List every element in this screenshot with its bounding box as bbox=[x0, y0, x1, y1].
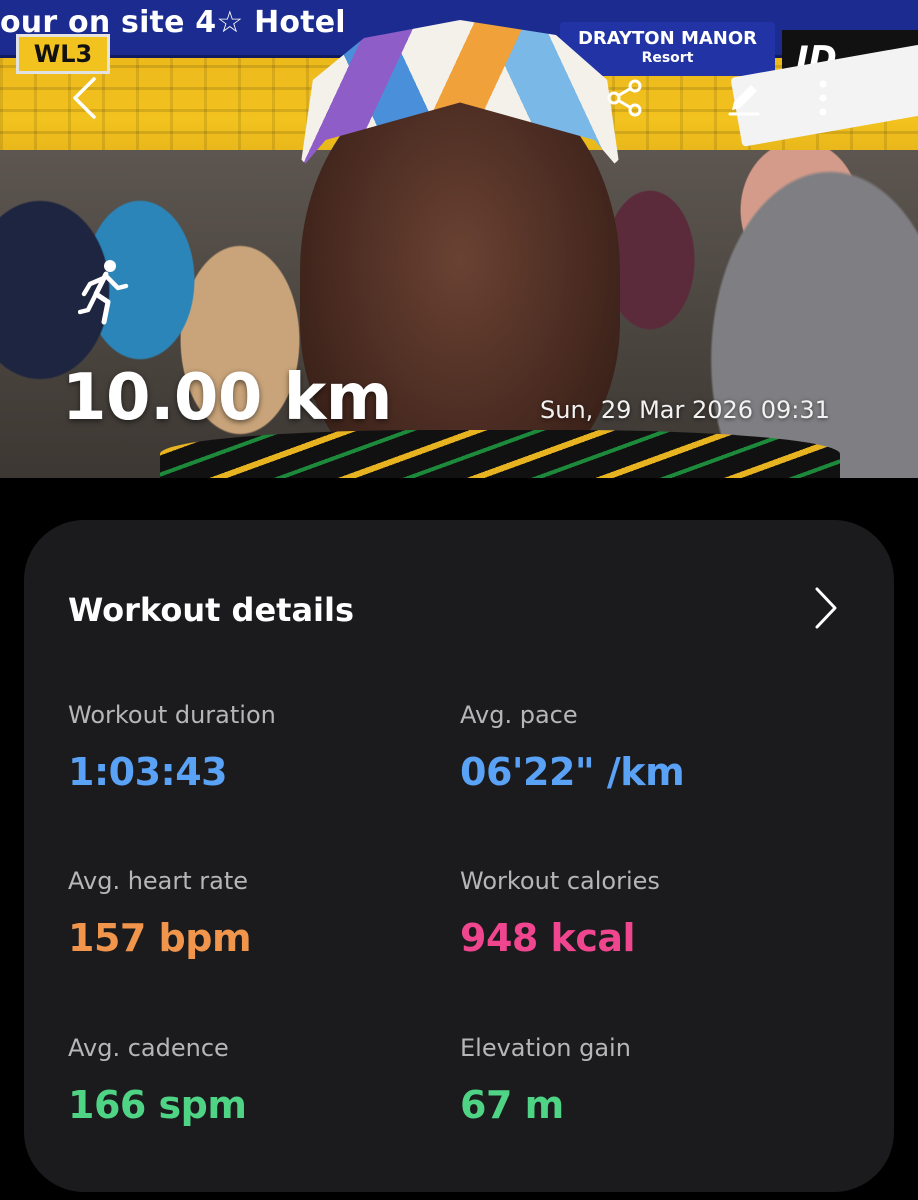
section-sign: WL3 bbox=[16, 34, 110, 74]
runner-jersey bbox=[160, 430, 840, 478]
metric-label: Workout duration bbox=[68, 701, 276, 729]
share-button[interactable] bbox=[603, 74, 647, 122]
metric-label: Elevation gain bbox=[460, 1034, 631, 1062]
metric-value: 06'22" /km bbox=[460, 750, 685, 794]
resort-banner-name: DRAYTON MANOR bbox=[577, 28, 758, 49]
metric-label: Workout calories bbox=[460, 867, 660, 895]
workout-details-open-button[interactable] bbox=[804, 584, 848, 632]
edit-button[interactable] bbox=[722, 74, 766, 122]
metric-value: 166 spm bbox=[68, 1083, 247, 1127]
metric-avg-cadence: Avg. cadence 166 spm bbox=[68, 1033, 247, 1129]
metric-avg-heart-rate: Avg. heart rate 157 bpm bbox=[68, 866, 252, 962]
metric-value: 157 bpm bbox=[68, 916, 252, 960]
workout-photo: our on site 4☆ Hotel WL3 DRAYTON MANOR R… bbox=[0, 0, 918, 478]
metric-avg-pace: Avg. pace 06'22" /km bbox=[460, 700, 685, 796]
card-title: Workout details bbox=[68, 591, 355, 629]
metric-elevation-gain: Elevation gain 67 m bbox=[460, 1033, 631, 1129]
more-options-button[interactable] bbox=[803, 74, 843, 122]
metric-value: 948 kcal bbox=[460, 916, 636, 960]
running-icon bbox=[77, 258, 130, 328]
share-icon bbox=[607, 79, 642, 117]
more-vertical-icon bbox=[819, 80, 827, 116]
back-button[interactable] bbox=[62, 74, 106, 122]
back-chevron-icon bbox=[73, 77, 96, 119]
metric-value: 67 m bbox=[460, 1083, 564, 1127]
metric-label: Avg. cadence bbox=[68, 1034, 229, 1062]
edit-pencil-icon bbox=[728, 85, 760, 116]
metric-workout-calories: Workout calories 948 kcal bbox=[460, 866, 660, 962]
metric-workout-duration: Workout duration 1:03:43 bbox=[68, 700, 276, 796]
metric-label: Avg. heart rate bbox=[68, 867, 249, 895]
workout-datetime: Sun, 29 Mar 2026 09:31 bbox=[540, 396, 830, 424]
workout-details-card[interactable]: Workout details Workout duration 1:03:43… bbox=[24, 520, 894, 1192]
workout-distance: 10.00 km bbox=[62, 361, 392, 435]
metric-label: Avg. pace bbox=[460, 701, 578, 729]
metric-value: 1:03:43 bbox=[68, 750, 228, 794]
resort-banner-sub: Resort bbox=[641, 50, 694, 66]
chevron-right-icon bbox=[815, 587, 837, 629]
